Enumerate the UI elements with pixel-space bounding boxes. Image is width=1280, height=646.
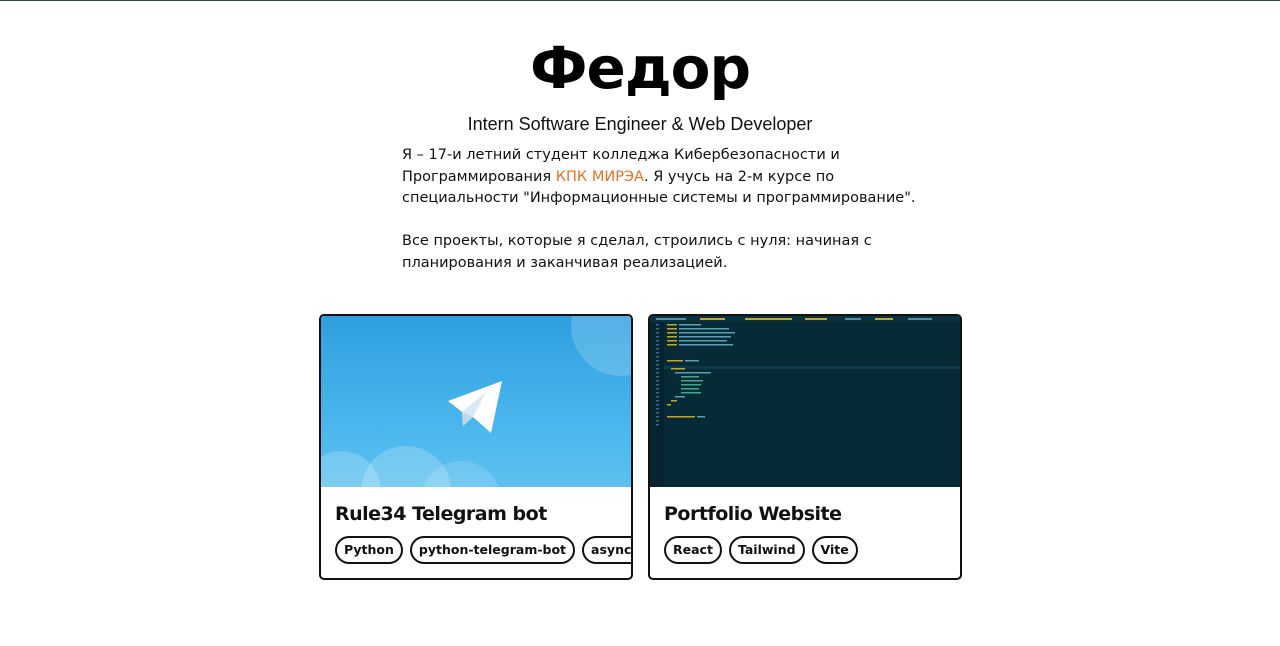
tag-badge: Python <box>335 536 403 564</box>
tag-badge: Vite <box>811 536 858 564</box>
project-title[interactable]: Rule34 Telegram bot <box>335 503 547 525</box>
tag-badge: asyncio <box>582 536 631 564</box>
page-title: Федор <box>529 34 751 102</box>
project-card[interactable]: Rule34 Telegram bot Python python-telegr… <box>319 314 633 580</box>
project-title[interactable]: Portfolio Website <box>664 503 842 525</box>
bio: Я – 17-и летний студент колледжа Кибербе… <box>402 145 922 296</box>
project-card[interactable]: Portfolio Website React Tailwind Vite <box>648 314 962 580</box>
project-thumbnail <box>650 316 960 487</box>
tag-badge: python-telegram-bot <box>409 536 576 564</box>
tag-badge: React <box>664 536 722 564</box>
bio-paragraph-1: Я – 17-и летний студент колледжа Кибербе… <box>402 145 922 210</box>
tag-badge: Tailwind <box>728 536 805 564</box>
project-thumbnail <box>321 316 631 487</box>
tag-list: Python python-telegram-bot asyncio <box>335 536 631 564</box>
bio-paragraph-2: Все проекты, которые я сделал, строились… <box>402 233 872 271</box>
top-border <box>0 0 1280 1</box>
tag-list: React Tailwind Vite <box>664 536 858 564</box>
code-editor-image <box>650 316 960 487</box>
role-subtitle: Intern Software Engineer & Web Developer <box>467 114 813 134</box>
college-link[interactable]: КПК МИРЭА <box>556 169 644 185</box>
telegram-logo-icon <box>321 316 631 487</box>
